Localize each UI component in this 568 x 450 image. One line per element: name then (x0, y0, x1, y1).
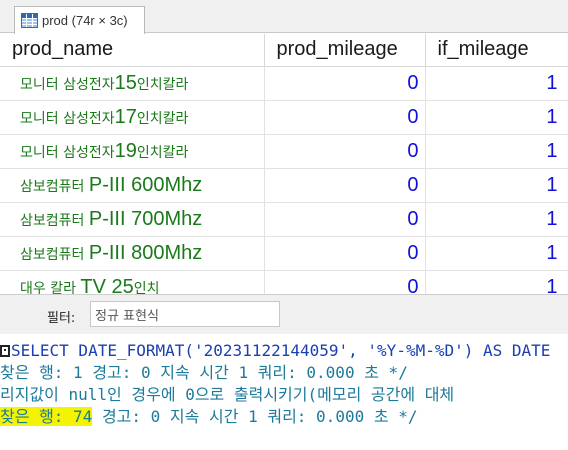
column-header-prod-mileage[interactable]: prod_mileage (264, 34, 426, 67)
log-line: 리지값이 null인 경우에 0으로 출력시키기(메모리 공간에 대체 (0, 385, 455, 404)
log-line: 찾은 행: 1 경고: 0 지속 시간 1 쿼리: 0.000 초 */ (0, 363, 408, 382)
cell-if-mileage[interactable]: 1 (425, 134, 568, 169)
table-row[interactable]: 삼보컴퓨터 P-III 600Mhz 0 1 (0, 168, 568, 203)
query-log[interactable]: SELECT DATE_FORMAT('20231122144059', '%Y… (0, 334, 568, 450)
cell-prod-name[interactable]: 삼보컴퓨터 P-III 700Mhz (0, 202, 265, 237)
cell-prod-name[interactable]: 대우 칼라 TV 25인치 (0, 270, 265, 294)
cell-prod-name[interactable]: 모니터 삼성전자15인치칼라 (0, 66, 265, 101)
cell-prod-name[interactable]: 모니터 삼성전자19인치칼라 (0, 134, 265, 169)
cell-if-mileage[interactable]: 1 (425, 168, 568, 203)
table-row[interactable]: 모니터 삼성전자19인치칼라 0 1 (0, 134, 568, 169)
log-line: SELECT DATE_FORMAT('20231122144059', '%Y… (0, 340, 568, 362)
cell-prod-mileage[interactable]: 0 (264, 66, 426, 101)
table-row[interactable]: 대우 칼라 TV 25인치 0 1 (0, 270, 568, 294)
cell-prod-mileage[interactable]: 0 (264, 236, 426, 271)
cell-if-mileage[interactable]: 1 (425, 202, 568, 237)
column-header-if-mileage[interactable]: if_mileage (425, 34, 568, 67)
cell-prod-name[interactable]: 모니터 삼성전자17인치칼라 (0, 100, 265, 135)
filter-label: 필터: (47, 311, 76, 326)
cell-prod-mileage[interactable]: 0 (264, 202, 426, 237)
cell-prod-name[interactable]: 삼보컴퓨터 P-III 600Mhz (0, 168, 265, 203)
highlighted-text: 찾은 행: 74 (0, 407, 93, 426)
cell-prod-mileage[interactable]: 0 (264, 100, 426, 135)
result-grid[interactable]: prod_name prod_mileage if_mileage 모니터 삼성… (0, 34, 568, 294)
tab-label: prod (74r × 3c) (42, 13, 128, 28)
cell-if-mileage[interactable]: 1 (425, 66, 568, 101)
column-header-prod-name[interactable]: prod_name (0, 34, 265, 67)
cell-if-mileage[interactable]: 1 (425, 270, 568, 294)
log-line: 찾은 행: 74 경고: 0 지속 시간 1 쿼리: 0.000 초 */ (0, 407, 418, 426)
tab-strip: prod (74r × 3c) (0, 0, 568, 34)
cell-prod-mileage[interactable]: 0 (264, 134, 426, 169)
cell-prod-mileage[interactable]: 0 (264, 168, 426, 203)
cell-prod-name[interactable]: 삼보컴퓨터 P-III 800Mhz (0, 236, 265, 271)
filter-input[interactable] (90, 301, 280, 327)
cursor-marker-icon (0, 345, 10, 357)
table-row[interactable]: 모니터 삼성전자15인치칼라 0 1 (0, 66, 568, 101)
tab-prod[interactable]: prod (74r × 3c) (14, 6, 145, 34)
table-row[interactable]: 삼보컴퓨터 P-III 800Mhz 0 1 (0, 236, 568, 271)
table-row[interactable]: 모니터 삼성전자17인치칼라 0 1 (0, 100, 568, 135)
table-grid-icon (21, 13, 38, 28)
table-row[interactable]: 삼보컴퓨터 P-III 700Mhz 0 1 (0, 202, 568, 237)
cell-if-mileage[interactable]: 1 (425, 236, 568, 271)
cell-if-mileage[interactable]: 1 (425, 100, 568, 135)
filter-bar: 필터: (0, 294, 568, 334)
cell-prod-mileage[interactable]: 0 (264, 270, 426, 294)
